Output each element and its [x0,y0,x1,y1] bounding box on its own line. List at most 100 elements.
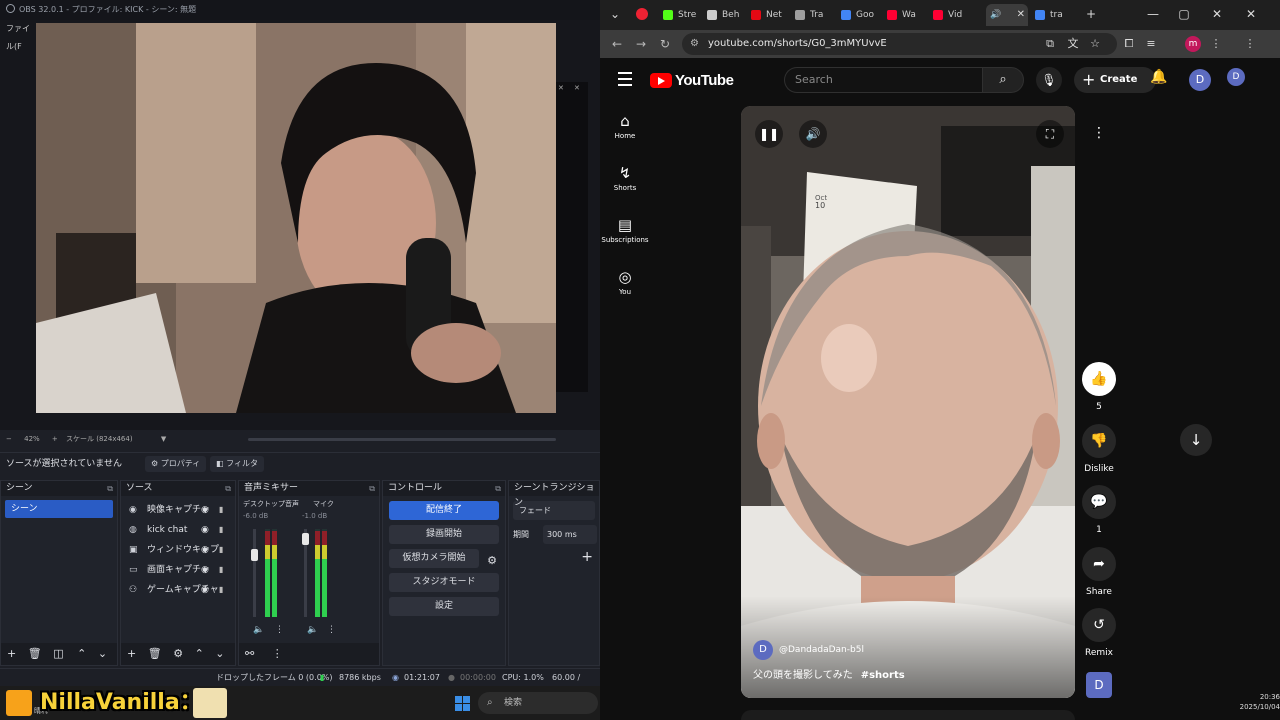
duration-input[interactable]: 300 ms [543,525,597,544]
share-icon[interactable]: ➦ [1082,547,1116,581]
short-channel[interactable]: D @DandadaDan-b5l [753,640,864,660]
more-icon[interactable]: ⋮ [275,625,284,635]
comment-icon[interactable]: 💬 [1082,485,1116,519]
more-options-action[interactable]: ⋮ [1082,116,1116,156]
like-action[interactable]: 👍 5 [1082,362,1116,412]
tab-search-icon[interactable]: ⌄ [602,0,628,30]
source-settings-icon[interactable]: ⚙ [173,647,183,660]
minimize-icon[interactable]: — [1136,0,1170,30]
browser-tab[interactable]: tra [1032,4,1072,26]
source-item[interactable]: ▣ ウィンドウキャプ ◉ ▮ [121,540,235,560]
browser-tab[interactable]: Goo [838,4,884,26]
taskbar-search[interactable]: ⌕ 検索 [478,692,598,714]
account-avatar[interactable]: D [1189,69,1211,91]
remix-action[interactable]: ↺ Remix [1082,608,1116,658]
sidebar-item-subscriptions[interactable]: ▤ Subscriptions [600,216,650,244]
zoom-in-icon[interactable]: + [52,435,58,443]
bookmark-star-icon[interactable]: ☆ [1087,36,1103,52]
add-transition-icon[interactable]: + [581,549,593,565]
visibility-eye-icon[interactable]: ◉ [201,580,209,600]
reload-icon[interactable]: ↻ [660,30,670,58]
speaker-icon[interactable]: 🔈 [253,625,264,635]
browser-tab[interactable]: Net [748,4,792,26]
source-item[interactable]: ◉ 映像キャプチャ ◉ ▮ [121,500,235,520]
move-down-icon[interactable]: ⌄ [98,647,107,660]
dock-float-icon[interactable]: ⧉ [495,481,501,496]
lock-icon[interactable]: ▮ [219,540,223,560]
hamburger-menu-icon[interactable] [618,72,634,86]
start-virtual-camera-button[interactable]: 仮想カメラ開始 [389,549,479,568]
thumbs-up-icon[interactable]: 👍 [1082,362,1116,396]
move-down-icon[interactable]: ⌄ [215,647,224,660]
add-source-icon[interactable]: + [127,647,136,660]
panel-close-icon[interactable]: ✕ [558,84,564,92]
volume-icon[interactable]: 🔊 [799,120,827,148]
sidebar-item-shorts[interactable]: ↯ Shorts [600,164,650,192]
visibility-eye-icon[interactable]: ◉ [201,500,209,520]
browser-tab[interactable]: Beh [704,4,748,26]
zoom-out-icon[interactable]: − [6,435,12,443]
source-item[interactable]: ⚇ ゲームキャプチャ ◉ ▮ [121,580,235,600]
browser-tab[interactable]: Wa [884,4,930,26]
lock-icon[interactable]: ▮ [219,500,223,520]
mixer-link-icon[interactable]: ⚯ [245,647,254,660]
studio-mode-button[interactable]: スタジオモード [389,573,499,592]
obs-menu-file[interactable]: ファイル(F [0,20,36,51]
dislike-action[interactable]: 👎 Dislike [1082,424,1116,474]
youtube-search-input[interactable]: Search [784,67,982,93]
volume-fader[interactable] [302,529,309,617]
next-short-arrow-icon[interactable]: ↓ [1180,424,1212,456]
sidebar-item-home[interactable]: ⌂ Home [600,112,650,140]
channel-avatar[interactable]: D [753,640,773,660]
share-action[interactable]: ➦ Share [1082,547,1116,597]
site-info-icon[interactable]: ⚙ [690,33,699,55]
browser-tab[interactable]: Tra [792,4,838,26]
delete-scene-icon[interactable]: 🗑 [28,647,42,660]
sound-avatar[interactable]: D [1086,672,1112,698]
youtube-search-button[interactable]: ⌕ [982,67,1024,93]
translate-icon[interactable]: 文 [1065,36,1081,52]
back-icon[interactable]: ← [612,30,622,58]
forward-icon[interactable]: → [636,30,646,58]
source-item[interactable]: ◍ kick chat ◉ ▮ [121,520,235,540]
browser-tab[interactable]: Stre [660,4,704,26]
chrome-menu-icon[interactable]: ⋮ [1208,36,1224,52]
install-app-icon[interactable]: ⧉ [1042,36,1058,52]
dock-float-icon[interactable]: ⧉ [369,481,375,496]
profile-avatar-icon[interactable]: m [1185,36,1201,52]
filters-button[interactable]: ◧ フィルタ [210,456,264,472]
hashtag-link[interactable]: #shorts [861,670,905,681]
lock-icon[interactable]: ▮ [219,580,223,600]
move-up-icon[interactable]: ⌃ [77,647,86,660]
start-recording-button[interactable]: 録画開始 [389,525,499,544]
lock-icon[interactable]: ▮ [219,560,223,580]
sidebar-item-you[interactable]: ◎ You [600,268,650,296]
more-vert-icon[interactable]: ⋮ [1082,116,1116,150]
visibility-eye-icon[interactable]: ◉ [201,560,209,580]
visibility-eye-icon[interactable]: ◉ [201,540,209,560]
scene-item[interactable]: シーン [5,500,113,518]
media-icon[interactable]: ≡ [1143,36,1159,52]
settings-button[interactable]: 設定 [389,597,499,616]
extensions-icon[interactable]: ⧠ [1121,36,1137,52]
tab-close-icon[interactable]: ✕ [1017,4,1025,26]
move-up-icon[interactable]: ⌃ [195,647,204,660]
channel-handle[interactable]: @DandadaDan-b5l [779,645,864,655]
outer-menu-icon[interactable]: ⋮ [1242,36,1258,52]
fader-knob[interactable] [251,549,258,561]
visibility-eye-icon[interactable]: ◉ [201,520,209,540]
thumbs-down-icon[interactable]: 👎 [1082,424,1116,458]
mixer-more-icon[interactable]: ⋮ [272,647,283,660]
close-window-icon[interactable]: ✕ [1200,0,1234,30]
windows-start-icon[interactable] [455,696,471,712]
outer-account-avatar[interactable]: D [1227,68,1245,86]
tab-audio-icon[interactable]: 🔊 [990,4,1001,26]
more-icon[interactable]: ⋮ [327,625,336,635]
scale-dropdown-icon[interactable]: ▼ [161,435,166,443]
new-tab-icon[interactable]: + [1074,0,1108,30]
browser-tab[interactable]: Vid [930,4,976,26]
microphone-icon[interactable]: 🎙 [1036,67,1062,93]
virtual-camera-settings-icon[interactable]: ⚙ [487,554,497,567]
remix-icon[interactable]: ↺ [1082,608,1116,642]
outer-close-icon[interactable]: ✕ [1234,0,1268,30]
